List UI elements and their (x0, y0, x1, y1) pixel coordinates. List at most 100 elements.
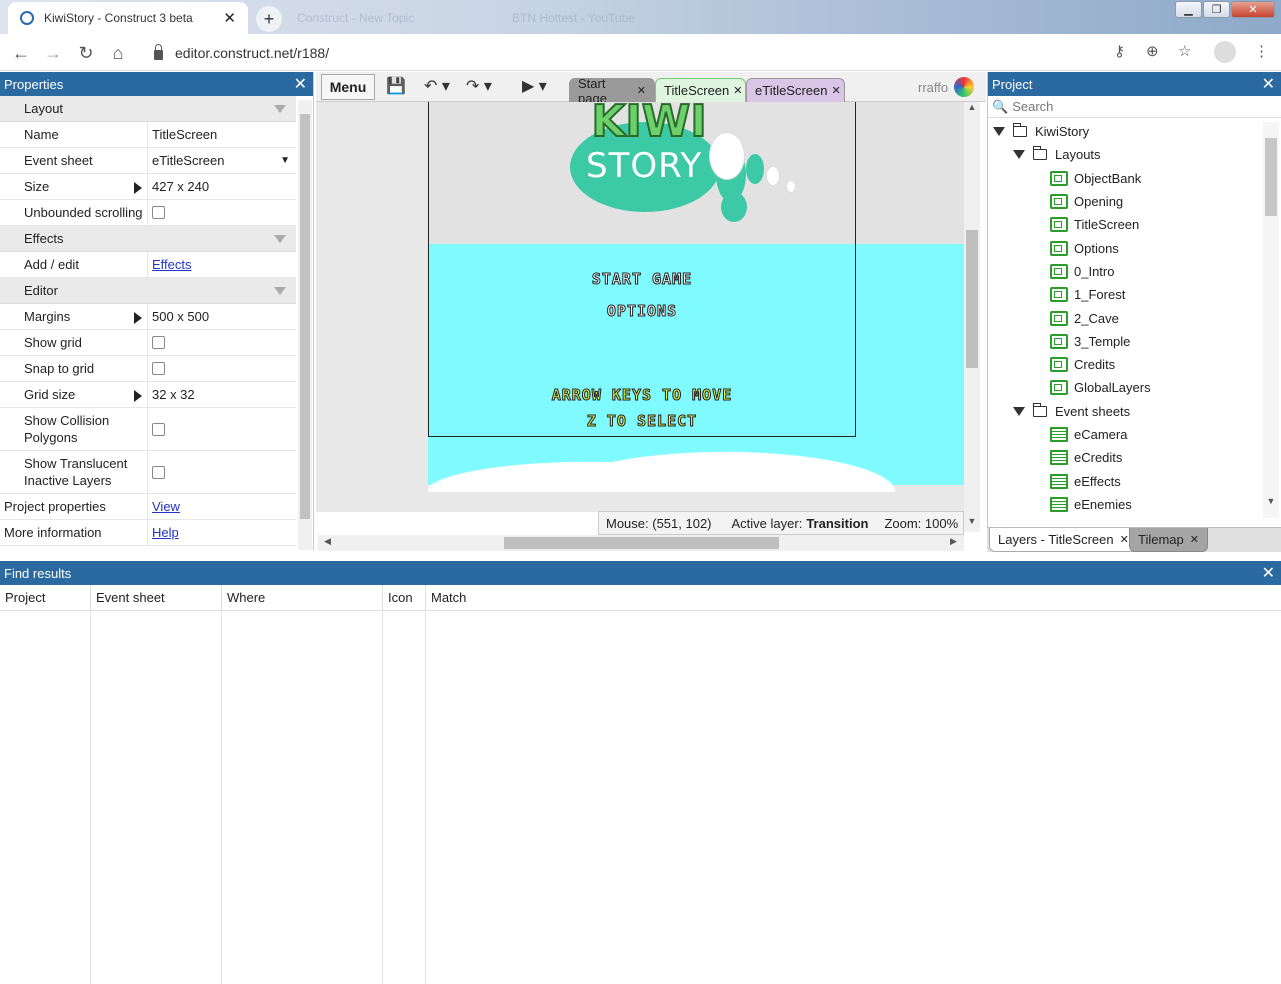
canvas-vertical-scrollbar[interactable]: ▲ ▼ (964, 102, 980, 532)
tab-etitlescreen[interactable]: eTitleScreen ✕ (746, 78, 845, 102)
prop-show-collision[interactable]: Show Collision Polygons (0, 408, 296, 451)
close-tab-icon[interactable]: ✕ (1190, 533, 1199, 546)
prop-snap-grid[interactable]: Snap to grid (0, 356, 296, 382)
minimize-button[interactable]: ▁ (1175, 1, 1202, 18)
browser-tab-ghost-2[interactable]: BTN Hottest - YouTube (500, 2, 720, 34)
project-search[interactable]: 🔍 Search (988, 96, 1281, 118)
layout-item[interactable]: TitleScreen (988, 213, 1281, 236)
scroll-right-icon[interactable]: ▶ (950, 536, 957, 547)
scroll-thumb[interactable] (504, 537, 779, 549)
forward-icon[interactable]: → (42, 42, 64, 64)
tree-events-folder[interactable]: Event sheets (988, 400, 1281, 423)
collapse-icon[interactable] (274, 287, 286, 295)
project-scrollbar[interactable]: ▼ (1263, 122, 1279, 518)
scroll-left-icon[interactable]: ◀ (324, 536, 331, 547)
bookmark-star-icon[interactable]: ☆ (1178, 42, 1191, 60)
column-project[interactable]: Project (0, 585, 91, 610)
reload-icon[interactable]: ↻ (75, 42, 97, 64)
effects-link[interactable]: Effects (152, 257, 192, 272)
expand-icon[interactable] (134, 390, 142, 402)
user-name[interactable]: rraffo (918, 80, 948, 95)
home-icon[interactable]: ⌂ (107, 42, 129, 64)
canvas-horizontal-scrollbar[interactable]: ◀ ▶ (318, 535, 964, 551)
expand-icon[interactable] (134, 312, 142, 324)
properties-scrollbar[interactable] (298, 100, 312, 550)
scroll-down-icon[interactable]: ▼ (1263, 496, 1279, 506)
close-tab-icon[interactable]: ✕ (733, 84, 742, 97)
tree-layouts-folder[interactable]: Layouts (988, 143, 1281, 166)
user-avatar[interactable] (954, 77, 974, 97)
show-collision-checkbox[interactable] (152, 422, 165, 436)
prop-add-edit[interactable]: Add / edit Effects (0, 252, 296, 278)
prop-value[interactable]: TitleScreen (148, 127, 296, 142)
prop-show-translucent[interactable]: Show Translucent Inactive Layers (0, 451, 296, 494)
prop-grid-size[interactable]: Grid size 32 x 32 (0, 382, 296, 408)
event-sheet-item[interactable]: eCredits (988, 446, 1281, 469)
prop-value[interactable]: 32 x 32 (148, 387, 296, 402)
collapse-icon[interactable] (274, 105, 286, 113)
event-sheet-item[interactable]: eCamera (988, 423, 1281, 446)
close-properties-icon[interactable]: ✕ (294, 74, 307, 94)
expand-icon[interactable] (1013, 150, 1025, 160)
layout-canvas[interactable]: KIWI STORY START GAME OPTIONS ARROW KEYS… (316, 102, 966, 512)
prop-value[interactable]: 500 x 500 (148, 309, 296, 324)
undo-icon[interactable]: ↶ ▾ (424, 76, 450, 96)
scroll-thumb[interactable] (300, 114, 310, 519)
section-effects[interactable]: Effects (0, 226, 296, 252)
profile-avatar[interactable] (1214, 41, 1236, 63)
more-menu-icon[interactable]: ⋮ (1254, 42, 1269, 60)
event-sheet-item[interactable]: eEffects (988, 469, 1281, 492)
show-translucent-checkbox[interactable] (152, 465, 165, 479)
scroll-thumb[interactable] (1265, 138, 1277, 216)
new-tab-button[interactable]: + (256, 6, 282, 32)
prop-value[interactable]: 427 x 240 (148, 179, 296, 194)
expand-icon[interactable] (1013, 406, 1025, 416)
browser-tab-active[interactable]: KiwiStory - Construct 3 beta ✕ (8, 2, 248, 34)
snap-grid-checkbox[interactable] (152, 362, 165, 375)
layout-item[interactable]: Opening (988, 190, 1281, 213)
column-event-sheet[interactable]: Event sheet (91, 585, 222, 610)
column-where[interactable]: Where (222, 585, 383, 610)
prop-unbounded[interactable]: Unbounded scrolling (0, 200, 296, 226)
column-match[interactable]: Match (426, 585, 1281, 610)
scroll-up-icon[interactable]: ▲ (964, 102, 980, 112)
scroll-thumb[interactable] (966, 230, 978, 368)
tab-close-icon[interactable]: ✕ (223, 9, 236, 27)
tab-titlescreen[interactable]: TitleScreen ✕ (655, 78, 746, 102)
layout-item[interactable]: ObjectBank (988, 167, 1281, 190)
dropdown-icon[interactable]: ▼ (280, 155, 290, 166)
view-link[interactable]: View (152, 499, 180, 514)
layout-item[interactable]: Credits (988, 353, 1281, 376)
layout-item[interactable]: 3_Temple (988, 330, 1281, 353)
scroll-down-icon[interactable]: ▼ (964, 516, 980, 526)
close-tab-icon[interactable]: ✕ (832, 84, 841, 97)
play-icon[interactable]: ▶ ▾ (522, 76, 547, 96)
unbounded-checkbox[interactable] (152, 206, 165, 219)
close-project-icon[interactable]: ✕ (1262, 74, 1275, 94)
expand-icon[interactable] (993, 127, 1005, 137)
save-icon[interactable]: 💾 (386, 76, 406, 96)
layout-item[interactable]: GlobalLayers (988, 376, 1281, 399)
close-tab-icon[interactable]: ✕ (637, 84, 646, 97)
close-tab-icon[interactable]: ✕ (1120, 533, 1129, 546)
prop-show-grid[interactable]: Show grid (0, 330, 296, 356)
prop-size[interactable]: Size 427 x 240 (0, 174, 296, 200)
tab-layers[interactable]: Layers - TitleScreen ✕ (989, 528, 1138, 552)
section-layout[interactable]: Layout (0, 96, 296, 122)
layout-item[interactable]: 2_Cave (988, 306, 1281, 329)
maximize-button[interactable]: ❐ (1203, 1, 1230, 18)
browser-tab-ghost-1[interactable]: Construct - New Topic (285, 2, 485, 34)
prop-margins[interactable]: Margins 500 x 500 (0, 304, 296, 330)
tab-start-page[interactable]: Start page ✕ (569, 76, 655, 106)
column-icon[interactable]: Icon (383, 585, 426, 610)
layout-item[interactable]: 0_Intro (988, 260, 1281, 283)
menu-button[interactable]: Menu (321, 74, 375, 100)
search-input[interactable]: Search (1012, 99, 1053, 114)
tab-tilemap[interactable]: Tilemap ✕ (1129, 528, 1208, 552)
help-link[interactable]: Help (152, 525, 179, 540)
expand-icon[interactable] (134, 182, 142, 194)
install-icon[interactable]: ⊕ (1146, 42, 1159, 60)
back-icon[interactable]: ← (10, 42, 32, 64)
prop-event-sheet[interactable]: Event sheet eTitleScreen ▼ (0, 148, 296, 174)
section-editor[interactable]: Editor (0, 278, 296, 304)
